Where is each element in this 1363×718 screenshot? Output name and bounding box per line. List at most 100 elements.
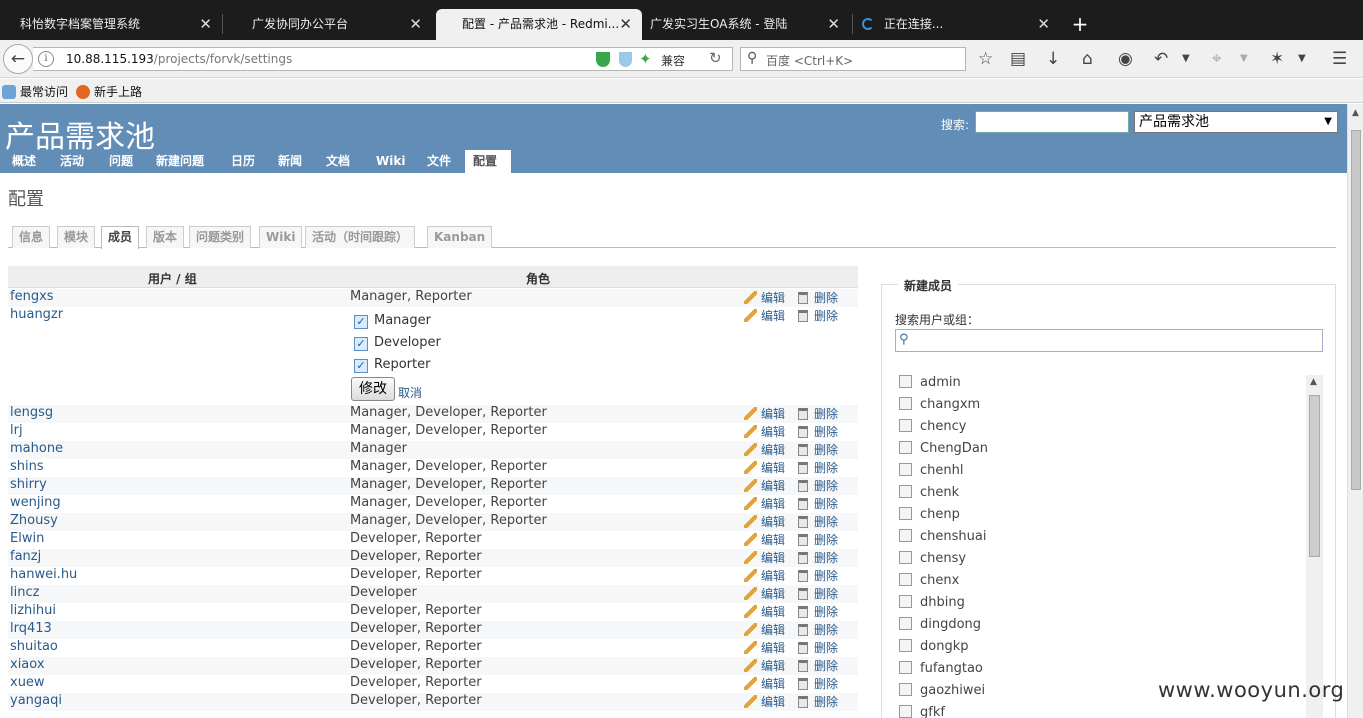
delete-link[interactable]: 删除 [798, 495, 838, 512]
edit-link[interactable]: 编辑 [744, 639, 785, 656]
undo-icon[interactable]: ↶ [1154, 49, 1168, 69]
menu-wiki[interactable]: Wiki [368, 150, 413, 173]
menu-news[interactable]: 新闻 [270, 150, 310, 173]
member-link[interactable]: lrq413 [10, 621, 52, 636]
member-link[interactable]: yangaqi [10, 693, 62, 708]
delete-link[interactable]: 删除 [798, 441, 838, 458]
edit-link[interactable]: 编辑 [744, 477, 785, 494]
list-item[interactable]: changxm [899, 397, 980, 412]
member-link[interactable]: lincz [10, 585, 39, 600]
green-shield-icon[interactable] [596, 52, 610, 67]
search-engine-box[interactable]: ⚲ 百度 <Ctrl+K> [740, 47, 966, 71]
checkbox[interactable] [899, 375, 912, 388]
scrollbar-thumb[interactable] [1351, 130, 1361, 490]
tab-time-tracking[interactable]: 活动（时间跟踪） [305, 226, 416, 248]
menu-settings[interactable]: 配置 [465, 150, 511, 173]
list-item[interactable]: chenhl [899, 463, 963, 478]
role-checkbox-manager[interactable]: ✓ [354, 315, 368, 329]
download-icon[interactable]: ↓ [1046, 49, 1060, 69]
list-item[interactable]: chenshuai [899, 529, 986, 544]
list-item[interactable]: chensy [899, 551, 966, 566]
tab-wiki[interactable]: Wiki [259, 226, 303, 248]
delete-link[interactable]: 删除 [798, 477, 838, 494]
delete-link[interactable]: 删除 [798, 603, 838, 620]
edit-link[interactable]: 编辑 [744, 621, 785, 638]
tab-versions[interactable]: 版本 [146, 226, 185, 248]
cancel-link[interactable]: 取消 [398, 384, 422, 401]
list-item[interactable]: chency [899, 419, 966, 434]
home-icon[interactable]: ⌂ [1082, 49, 1093, 69]
delete-link[interactable]: 删除 [798, 621, 838, 638]
edit-link[interactable]: 编辑 [744, 289, 785, 306]
extension-icon[interactable]: ✶ [1270, 49, 1284, 69]
tab-modules[interactable]: 模块 [57, 226, 96, 248]
list-item[interactable]: chenp [899, 507, 960, 522]
list-scrollbar[interactable]: ▲ [1306, 375, 1323, 718]
member-link[interactable]: shirry [10, 477, 47, 492]
scrollbar-thumb[interactable] [1309, 395, 1320, 557]
back-button[interactable]: ← [3, 44, 33, 74]
tab-kanban[interactable]: Kanban [427, 226, 493, 248]
delete-link[interactable]: 删除 [798, 289, 838, 306]
chat-icon[interactable]: ◉ [1118, 49, 1133, 69]
chevron-down-icon[interactable]: ▼ [1240, 49, 1248, 69]
checkbox[interactable] [899, 507, 912, 520]
edit-link[interactable]: 编辑 [744, 585, 785, 602]
tab-close-icon[interactable]: ✕ [827, 9, 840, 40]
page-scrollbar[interactable]: ▲ [1347, 104, 1363, 718]
member-link[interactable]: fengxs [10, 289, 54, 304]
member-link[interactable]: xuew [10, 675, 45, 690]
tab-issue-categories[interactable]: 问题类别 [189, 226, 252, 248]
checkbox[interactable] [899, 595, 912, 608]
list-item[interactable]: dongkp [899, 639, 968, 654]
list-item[interactable]: dingdong [899, 617, 981, 632]
edit-link[interactable]: 编辑 [744, 549, 785, 566]
checkbox[interactable] [899, 463, 912, 476]
tab-close-icon[interactable]: ✕ [409, 9, 422, 40]
member-link[interactable]: lrj [10, 423, 23, 438]
menu-documents[interactable]: 文档 [318, 150, 358, 173]
edit-link[interactable]: 编辑 [744, 567, 785, 584]
member-link[interactable]: lengsg [10, 405, 53, 420]
delete-link[interactable]: 删除 [798, 657, 838, 674]
tab-close-icon[interactable]: ✕ [1037, 9, 1050, 40]
delete-link[interactable]: 删除 [798, 693, 838, 710]
edit-link[interactable]: 编辑 [744, 603, 785, 620]
checkbox[interactable] [899, 397, 912, 410]
checkbox[interactable] [899, 441, 912, 454]
blue-shield-icon[interactable] [619, 52, 632, 67]
menu-icon[interactable]: ☰ [1332, 49, 1347, 69]
member-link[interactable]: mahone [10, 441, 63, 456]
browser-tab-5[interactable]: 正在连接... ✕ [860, 9, 1060, 40]
edit-link[interactable]: 编辑 [744, 495, 785, 512]
scroll-up-icon[interactable]: ▲ [1310, 377, 1317, 387]
browser-tab-3-active[interactable]: 配置 - 产品需求池 - Redmi... ✕ [436, 9, 642, 40]
checkbox[interactable] [899, 683, 912, 696]
crop-icon[interactable]: ⌖ [1212, 49, 1222, 69]
browser-tab-2[interactable]: 广发协同办公平台 ✕ [232, 9, 432, 40]
menu-files[interactable]: 文件 [419, 150, 459, 173]
scroll-up-icon[interactable]: ▲ [1352, 108, 1359, 118]
member-link[interactable]: shins [10, 459, 44, 474]
delete-link[interactable]: 删除 [798, 585, 838, 602]
menu-new-issue[interactable]: 新建问题 [148, 150, 212, 173]
compat-mode-label[interactable]: 兼容 [661, 52, 685, 69]
reload-icon[interactable]: ↻ [709, 49, 722, 67]
checkbox[interactable] [899, 617, 912, 630]
role-checkbox-developer[interactable]: ✓ [354, 337, 368, 351]
member-link[interactable]: fanzj [10, 549, 41, 564]
role-checkbox-reporter[interactable]: ✓ [354, 359, 368, 373]
member-link[interactable]: lizhihui [10, 603, 56, 618]
checkbox[interactable] [899, 551, 912, 564]
chevron-down-icon[interactable]: ▼ [1182, 49, 1190, 69]
checkbox[interactable] [899, 419, 912, 432]
search-input[interactable] [975, 111, 1129, 133]
project-select[interactable]: 产品需求池 ▼ [1134, 111, 1338, 133]
edit-link[interactable]: 编辑 [744, 513, 785, 530]
delete-link[interactable]: 删除 [798, 459, 838, 476]
checkbox[interactable] [899, 573, 912, 586]
delete-link[interactable]: 删除 [798, 675, 838, 692]
delete-link[interactable]: 删除 [798, 513, 838, 530]
list-item[interactable]: gaozhiwei [899, 683, 985, 698]
member-link[interactable]: xiaox [10, 657, 45, 672]
